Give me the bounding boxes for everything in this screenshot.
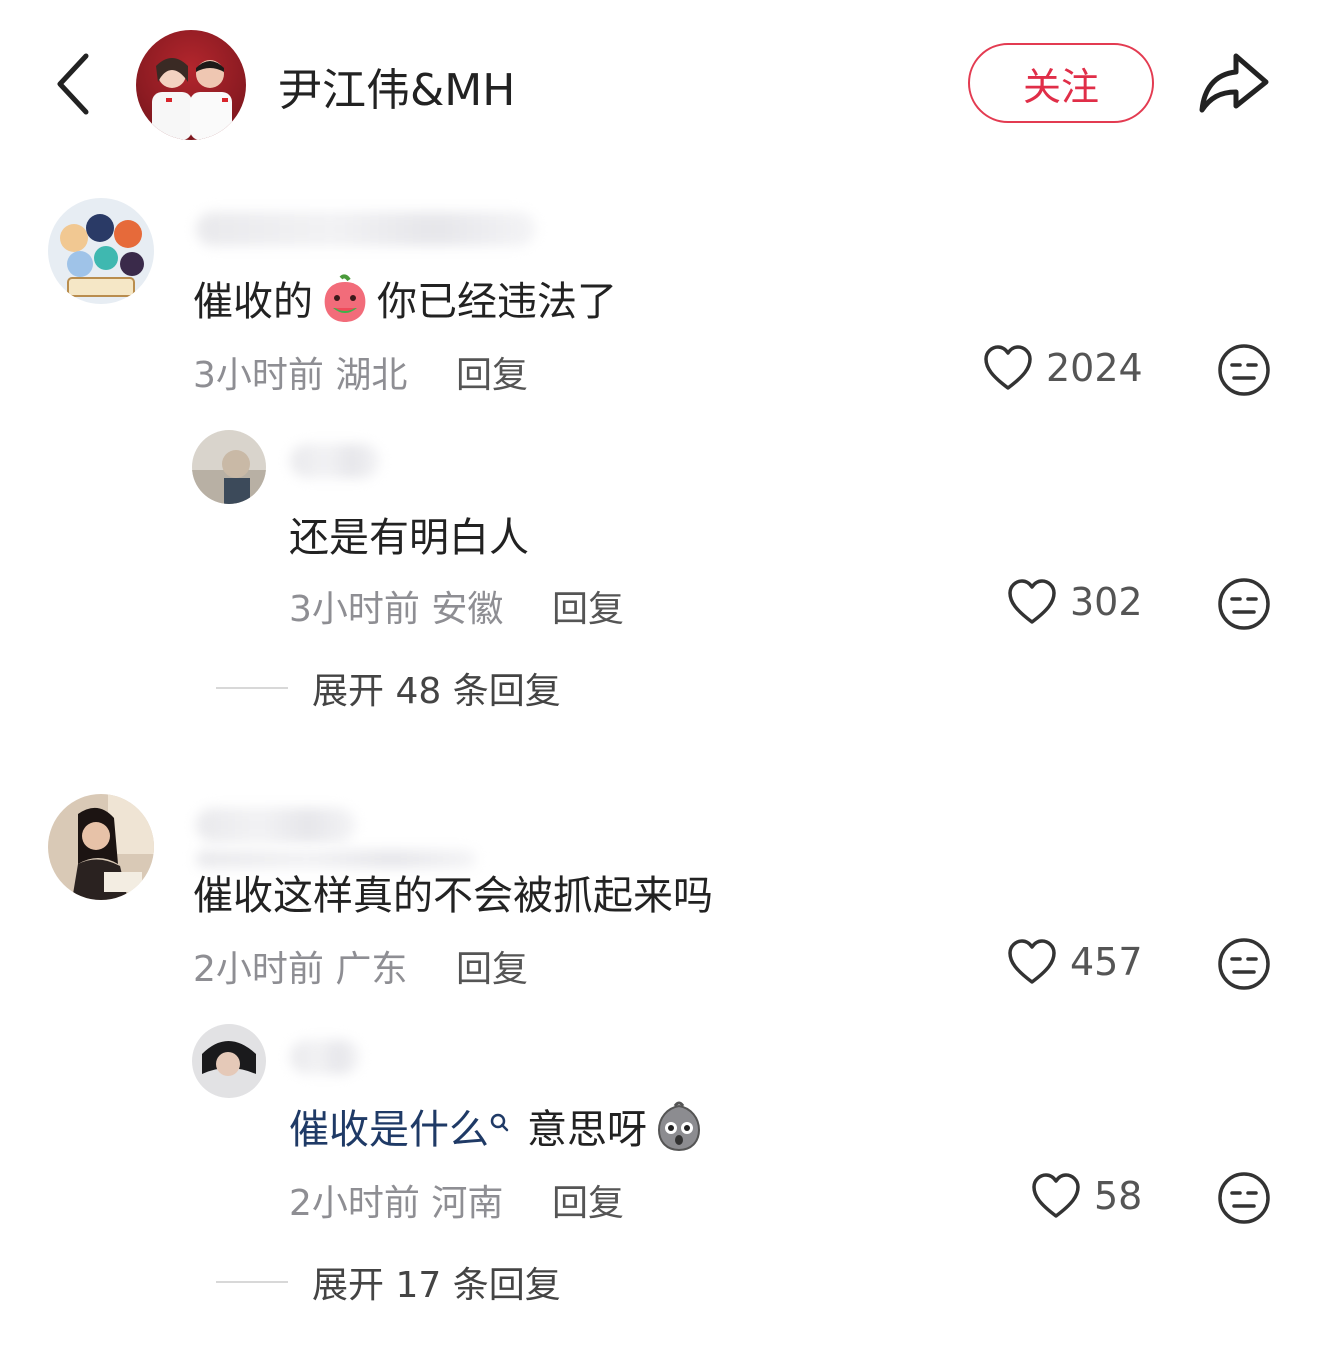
comment-time: 2小时前 bbox=[193, 949, 324, 990]
comment-text-part: 你已经违法了 bbox=[377, 279, 617, 325]
comment-meta: 2小时前 广东 bbox=[193, 940, 407, 992]
back-button[interactable] bbox=[48, 48, 108, 120]
shocked-blob-emoji-icon bbox=[653, 1100, 705, 1152]
reply-meta: 3小时前 安徽 bbox=[289, 580, 503, 632]
avatar-image bbox=[152, 58, 232, 140]
avatar-image bbox=[192, 430, 266, 504]
reply-button[interactable]: 回复 bbox=[552, 580, 624, 632]
search-icon[interactable] bbox=[489, 1112, 509, 1140]
expand-replies-button[interactable]: 展开 48 条回复 bbox=[216, 662, 561, 714]
like-count: 2024 bbox=[1046, 346, 1143, 390]
avatar-image bbox=[192, 1024, 266, 1098]
dislike-button[interactable] bbox=[1216, 342, 1272, 398]
reply-time: 2小时前 bbox=[289, 1183, 420, 1224]
reply-location: 河南 bbox=[431, 1183, 504, 1224]
reply-location: 安徽 bbox=[431, 589, 504, 630]
comment-time: 3小时前 bbox=[193, 355, 324, 396]
dislike-button[interactable] bbox=[1216, 1170, 1272, 1226]
like-button[interactable]: 58 bbox=[1030, 1172, 1142, 1220]
peach-watermelon-emoji-icon bbox=[319, 272, 371, 324]
heart-icon bbox=[984, 345, 1032, 390]
divider-line bbox=[216, 687, 288, 689]
like-button[interactable]: 302 bbox=[1006, 578, 1143, 626]
expand-replies-label: 展开 17 条回复 bbox=[312, 1265, 561, 1306]
heart-icon bbox=[1032, 1173, 1080, 1218]
meh-face-icon bbox=[1218, 344, 1270, 396]
reply-button[interactable]: 回复 bbox=[552, 1174, 624, 1226]
like-button[interactable]: 2024 bbox=[982, 344, 1143, 392]
expand-replies-label: 展开 48 条回复 bbox=[312, 671, 561, 712]
avatar-image bbox=[48, 198, 154, 304]
dislike-button[interactable] bbox=[1216, 576, 1272, 632]
like-count: 58 bbox=[1094, 1174, 1143, 1218]
reply-button[interactable]: 回复 bbox=[456, 940, 528, 992]
like-button[interactable]: 457 bbox=[1006, 938, 1143, 986]
reply-avatar[interactable] bbox=[192, 1024, 266, 1098]
reply-avatar[interactable] bbox=[192, 430, 266, 504]
comment-location: 湖北 bbox=[335, 355, 408, 396]
chevron-left-icon bbox=[57, 53, 89, 115]
comment-text-part: 催收的 bbox=[193, 279, 313, 325]
avatar-image bbox=[48, 794, 154, 900]
search-keyword-link[interactable]: 催收是什么 bbox=[289, 1097, 489, 1155]
heart-icon bbox=[1008, 939, 1056, 984]
reply-name-blurred bbox=[290, 1040, 360, 1074]
reply-time: 3小时前 bbox=[289, 589, 420, 630]
reply-name-blurred bbox=[290, 444, 380, 478]
commenter-name-blurred bbox=[196, 808, 356, 842]
reply-button[interactable]: 回复 bbox=[456, 346, 528, 398]
heart-icon bbox=[1008, 579, 1056, 624]
meh-face-icon bbox=[1218, 1172, 1270, 1224]
comment-text: 催收的 你已经违法了 bbox=[193, 270, 617, 326]
meh-face-icon bbox=[1218, 578, 1270, 630]
like-count: 457 bbox=[1070, 940, 1143, 984]
author-name[interactable]: 尹江伟&MH bbox=[278, 54, 515, 118]
author-avatar[interactable] bbox=[136, 30, 246, 140]
reply-meta: 2小时前 河南 bbox=[289, 1174, 503, 1226]
commenter-avatar[interactable] bbox=[48, 198, 154, 304]
commenter-name-blurred bbox=[196, 212, 536, 246]
reply-text: 催收是什么 意思呀 bbox=[289, 1098, 711, 1154]
like-count: 302 bbox=[1070, 580, 1143, 624]
commenter-avatar[interactable] bbox=[48, 794, 154, 900]
expand-replies-button[interactable]: 展开 17 条回复 bbox=[216, 1256, 561, 1308]
share-icon bbox=[1199, 53, 1269, 113]
reply-text: 还是有明白人 bbox=[289, 515, 529, 561]
follow-button[interactable]: 关注 bbox=[968, 43, 1154, 123]
comment-text: 催收这样真的不会被抓起来吗 bbox=[193, 873, 713, 919]
reply-text-part: 意思呀 bbox=[527, 1107, 647, 1153]
comment-location: 广东 bbox=[335, 949, 408, 990]
meh-face-icon bbox=[1218, 938, 1270, 990]
dislike-button[interactable] bbox=[1216, 936, 1272, 992]
comment-meta: 3小时前 湖北 bbox=[193, 346, 407, 398]
share-button[interactable] bbox=[1196, 48, 1272, 118]
divider-line bbox=[216, 1281, 288, 1283]
